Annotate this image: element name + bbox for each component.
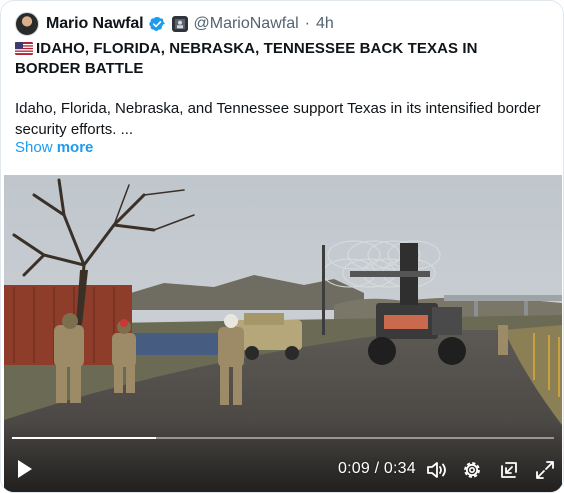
current-time: 0:09: [338, 460, 370, 477]
fullscreen-icon[interactable]: [534, 459, 556, 481]
verified-badge-icon: [148, 17, 165, 31]
show-label[interactable]: Show: [15, 139, 53, 156]
minimize-player-icon[interactable]: [498, 459, 520, 481]
video-player[interactable]: 0:09 / 0:34: [4, 175, 562, 492]
more-label[interactable]: more: [57, 139, 94, 156]
tweet-card[interactable]: Mario Nawfal @MarioNawfal · 4h IDAHO, FL…: [0, 0, 564, 493]
show-more-link[interactable]: Show more: [15, 139, 93, 156]
us-flag-icon: [15, 42, 33, 55]
author-name[interactable]: Mario Nawfal: [46, 15, 144, 33]
affiliate-badge-icon[interactable]: [171, 16, 188, 32]
separator-dot: ·: [304, 15, 310, 32]
video-progress-bar[interactable]: [12, 437, 554, 439]
author-avatar[interactable]: [15, 12, 39, 36]
video-time: 0:09 / 0:34: [338, 460, 416, 478]
video-progress-fill: [12, 437, 156, 439]
controls-overlay: [4, 422, 562, 492]
duration: 0:34: [383, 460, 416, 477]
author-handle[interactable]: @MarioNawfal: [194, 15, 299, 33]
tweet-body: Idaho, Florida, Nebraska, and Tennessee …: [15, 100, 541, 138]
time-separator: /: [374, 460, 380, 477]
volume-icon[interactable]: [426, 460, 448, 480]
headline-text: IDAHO, FLORIDA, NEBRASKA, TENNESSEE BACK…: [15, 40, 478, 77]
tweet-header: Mario Nawfal @MarioNawfal · 4h: [15, 12, 334, 36]
post-time[interactable]: 4h: [316, 15, 334, 33]
play-icon[interactable]: [16, 459, 34, 479]
tweet-headline: IDAHO, FLORIDA, NEBRASKA, TENNESSEE BACK…: [15, 39, 545, 79]
settings-icon[interactable]: [461, 459, 483, 481]
